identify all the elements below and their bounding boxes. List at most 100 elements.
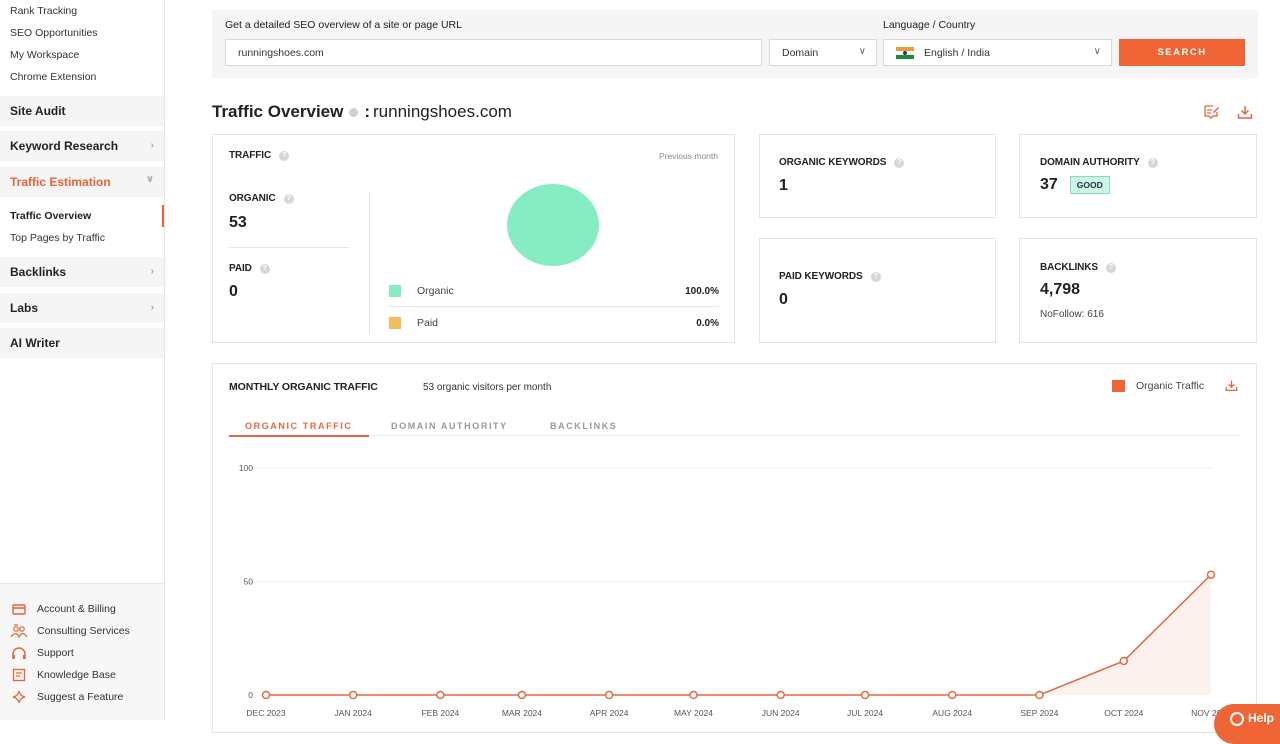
credit-card-icon bbox=[10, 602, 28, 616]
x-tick-label: APR 2024 bbox=[590, 708, 629, 718]
paid-label-text: PAID bbox=[229, 263, 252, 274]
data-point[interactable] bbox=[1119, 656, 1129, 666]
traffic-pie-chart bbox=[507, 184, 599, 266]
paid-keywords-label: PAID KEYWORDS? bbox=[779, 271, 881, 282]
series-area bbox=[266, 574, 1211, 695]
sidebar-item-labs[interactable]: Labs › bbox=[0, 293, 164, 323]
sidebar-item-keyword-research[interactable]: Keyword Research › bbox=[0, 131, 164, 161]
page-title: Traffic Overview : runningshoes.com bbox=[212, 102, 512, 122]
data-point[interactable] bbox=[348, 690, 358, 700]
data-point[interactable] bbox=[604, 690, 614, 700]
data-point[interactable] bbox=[948, 690, 957, 700]
help-icon[interactable]: ? bbox=[279, 150, 290, 161]
url-input[interactable] bbox=[225, 39, 762, 66]
paid-swatch bbox=[389, 317, 401, 329]
sidebar-item-traffic-overview[interactable]: Traffic Overview bbox=[0, 205, 164, 227]
x-tick-label: AUG 2024 bbox=[932, 708, 972, 718]
language-country-select[interactable]: English / India ∨ bbox=[883, 39, 1112, 66]
help-label: Help bbox=[1248, 711, 1275, 725]
help-icon bbox=[1230, 711, 1244, 726]
data-point[interactable] bbox=[689, 690, 698, 700]
data-point[interactable] bbox=[1035, 690, 1044, 700]
x-tick-label: SEP 2024 bbox=[1020, 708, 1058, 718]
sidebar-item-top-pages-by-traffic[interactable]: Top Pages by Traffic bbox=[0, 227, 164, 249]
series-line-organic-traffic bbox=[266, 574, 1212, 696]
sidebar-section-label: Site Audit bbox=[10, 104, 66, 118]
paid-keywords-card: PAID KEYWORDS? 0 bbox=[759, 238, 996, 343]
page-title-domain: runningshoes.com bbox=[373, 102, 512, 121]
headphones-icon bbox=[10, 646, 28, 660]
data-point[interactable] bbox=[776, 690, 785, 700]
data-point[interactable] bbox=[517, 690, 527, 700]
sidebar-item-rank-tracking[interactable]: Rank Tracking bbox=[0, 0, 164, 22]
traffic-card: TRAFFIC? Previous month ORGANIC? 53 PAID… bbox=[212, 134, 735, 343]
help-button[interactable]: Help bbox=[1214, 704, 1280, 744]
chevron-right-icon: › bbox=[150, 140, 154, 151]
india-flag-icon bbox=[896, 46, 914, 59]
sidebar-item-support[interactable]: Support bbox=[0, 642, 164, 664]
organic-keywords-card: ORGANIC KEYWORDS? 1 bbox=[759, 134, 996, 218]
x-tick-label: OCT 2024 bbox=[1104, 708, 1143, 718]
people-icon bbox=[10, 624, 28, 638]
edit-report-icon[interactable] bbox=[1203, 104, 1219, 120]
sidebar-item-backlinks[interactable]: Backlinks › bbox=[0, 257, 164, 287]
search-button[interactable]: SEARCH bbox=[1119, 39, 1245, 66]
data-point[interactable] bbox=[261, 690, 271, 700]
help-icon[interactable]: ? bbox=[894, 157, 905, 168]
sidebar-item-knowledge-base[interactable]: Knowledge Base bbox=[0, 664, 164, 686]
sidebar-item-chrome-extension[interactable]: Chrome Extension bbox=[0, 66, 164, 88]
help-icon[interactable]: ? bbox=[1147, 157, 1158, 168]
download-icon[interactable] bbox=[1237, 104, 1253, 120]
sidebar-item-my-workspace[interactable]: My Workspace bbox=[0, 44, 164, 66]
sidebar-item-traffic-estimation[interactable]: Traffic Estimation ∨ bbox=[0, 167, 164, 197]
domain-authority-label: DOMAIN AUTHORITY? bbox=[1040, 157, 1158, 168]
scope-select[interactable]: Domain ∨ bbox=[769, 39, 877, 66]
help-icon[interactable]: ? bbox=[1106, 262, 1116, 273]
divider bbox=[229, 247, 349, 248]
title-separator: : bbox=[364, 102, 371, 121]
page-title-text: Traffic Overview bbox=[212, 102, 344, 121]
x-tick-label: JUL 2024 bbox=[847, 708, 883, 718]
legend-name: Paid bbox=[417, 317, 439, 329]
label-text: BACKLINKS bbox=[1040, 262, 1098, 273]
sidebar-item-consulting-services[interactable]: Consulting Services bbox=[0, 620, 164, 642]
sidebar: Rank Tracking SEO Opportunities My Works… bbox=[0, 0, 165, 720]
sidebar-item-ai-writer[interactable]: AI Writer bbox=[0, 328, 164, 358]
help-icon[interactable]: ? bbox=[283, 193, 294, 204]
sidebar-section-label: AI Writer bbox=[10, 336, 60, 350]
help-icon[interactable]: ? bbox=[259, 263, 270, 274]
language-country-label: Language / Country bbox=[883, 19, 976, 31]
organic-label-text: ORGANIC bbox=[229, 193, 276, 204]
data-point[interactable] bbox=[860, 690, 870, 700]
monthly-traffic-chart: 0 50 100 DEC 2023 JAN 2024 FEB 2024 MAR 2024 AP… bbox=[239, 463, 1231, 718]
help-icon[interactable]: ? bbox=[870, 271, 881, 282]
data-point[interactable] bbox=[1206, 570, 1216, 579]
data-point[interactable] bbox=[436, 690, 445, 700]
x-tick-label: MAR 2024 bbox=[502, 708, 542, 718]
legend-organic: Organic 100.0% bbox=[389, 283, 719, 299]
sidebar-item-suggest-feature[interactable]: Suggest a Feature bbox=[0, 686, 164, 708]
sidebar-bottom-label: Knowledge Base bbox=[37, 669, 116, 681]
legend-pct: 100.0% bbox=[685, 285, 719, 297]
sparkle-icon bbox=[10, 690, 28, 704]
backlinks-card: BACKLINKS? 4,798 NoFollow: 616 bbox=[1019, 238, 1257, 343]
status-badge: GOOD bbox=[1069, 176, 1110, 194]
chevron-right-icon: › bbox=[150, 302, 154, 313]
domain-authority-card: DOMAIN AUTHORITY? 37 GOOD bbox=[1019, 134, 1257, 218]
chevron-down-icon: ∨ bbox=[1093, 46, 1101, 57]
sidebar-item-seo-opportunities[interactable]: SEO Opportunities bbox=[0, 22, 164, 44]
period-label: Previous month bbox=[658, 151, 718, 161]
document-icon bbox=[10, 668, 28, 682]
sidebar-item-site-audit[interactable]: Site Audit bbox=[0, 96, 164, 126]
chevron-down-icon: ∨ bbox=[858, 46, 866, 57]
pie-slice-organic[interactable] bbox=[507, 184, 599, 266]
x-tick-label: MAY 2024 bbox=[674, 708, 713, 718]
sidebar-section-label: Keyword Research bbox=[10, 139, 119, 153]
domain-authority-value: 37 bbox=[1040, 176, 1058, 193]
sidebar-item-account-billing[interactable]: Account & Billing bbox=[0, 598, 164, 620]
sidebar-bottom-label: Support bbox=[37, 647, 74, 659]
sidebar-bottom-label: Account & Billing bbox=[37, 603, 116, 615]
help-icon[interactable] bbox=[349, 107, 359, 117]
sidebar-section-label: Backlinks bbox=[10, 265, 67, 279]
paid-label: PAID? bbox=[229, 263, 270, 274]
